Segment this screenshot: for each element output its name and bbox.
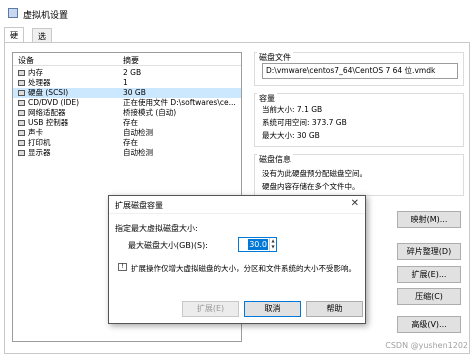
hard-disk-icon	[18, 90, 25, 96]
disk-info-line-2: 硬盘内容存储在多个文件中。	[262, 182, 360, 191]
device-name: 网络适配器	[28, 108, 66, 117]
device-row-sound-card[interactable]: 声卡 自动检测	[13, 128, 241, 138]
device-column-header[interactable]: 设备	[18, 55, 34, 66]
device-row-hard-disk[interactable]: 硬盘 (SCSI) 30 GB	[13, 88, 241, 98]
device-name: 处理器	[28, 78, 51, 87]
summary-column-header[interactable]: 摘要	[123, 55, 139, 66]
disk-info-label: 磁盘信息	[257, 154, 293, 165]
device-summary: 自动检测	[123, 148, 153, 157]
cpu-icon	[18, 80, 25, 86]
expand-disk-button[interactable]: 扩展(E)...	[397, 266, 461, 283]
disk-file-path-field[interactable]: D:\vmware\centos7_64\CentOS 7 64 位.vmdk	[262, 63, 458, 79]
disk-file-label: 磁盘文件	[257, 52, 293, 63]
disk-info-line-1: 没有为此硬盘预分配磁盘空间。	[262, 169, 367, 178]
map-button[interactable]: 映射(M)...	[397, 211, 461, 228]
device-name: 硬盘 (SCSI)	[28, 88, 69, 97]
max-size-prompt: 指定最大虚拟磁盘大小:	[115, 224, 198, 233]
device-row-cd-dvd[interactable]: CD/DVD (IDE) 正在使用文件 D:\softwares\ce...	[13, 98, 241, 108]
system-free-space-text: 系统可用空间: 373.7 GB	[262, 118, 347, 127]
device-row-processor[interactable]: 处理器 1	[13, 78, 241, 88]
device-name: USB 控制器	[28, 118, 69, 127]
usb-icon	[18, 120, 25, 126]
device-name: 打印机	[28, 138, 51, 147]
vm-settings-icon	[8, 8, 18, 18]
dialog-titlebar: 扩展磁盘容量 ✕	[109, 196, 365, 214]
tab-hardware[interactable]: 硬件	[4, 27, 24, 51]
device-name: 声卡	[28, 128, 43, 137]
dialog-help-button[interactable]: 帮助	[306, 301, 363, 317]
watermark: CSDN @yushen1202	[385, 341, 468, 350]
dialog-cancel-button[interactable]: 取消	[244, 301, 301, 317]
max-disk-size-stepper[interactable]: 30.0 ▲ ▼	[238, 237, 277, 252]
window-titlebar: 虚拟机设置	[0, 0, 474, 26]
info-icon: !	[118, 263, 127, 271]
sound-card-icon	[18, 130, 25, 136]
device-row-memory[interactable]: 内存 2 GB	[13, 68, 241, 78]
max-size-text: 最大大小: 30 GB	[262, 131, 320, 140]
device-summary: 30 GB	[123, 88, 146, 97]
device-row-network-adapter[interactable]: 网络适配器 桥接模式 (自动)	[13, 108, 241, 118]
advanced-button[interactable]: 高级(V)...	[397, 316, 461, 333]
close-icon[interactable]: ✕	[351, 198, 359, 209]
defragment-button[interactable]: 碎片整理(D)	[397, 243, 461, 260]
display-icon	[18, 150, 25, 156]
max-disk-size-label: 最大磁盘大小(GB)(S):	[128, 241, 208, 250]
compact-button[interactable]: 压缩(C)	[397, 288, 461, 305]
device-summary: 存在	[123, 118, 138, 127]
device-summary: 1	[123, 78, 128, 87]
dialog-title: 扩展磁盘容量	[115, 201, 163, 210]
device-name: CD/DVD (IDE)	[28, 98, 80, 107]
device-row-usb-controller[interactable]: USB 控制器 存在	[13, 118, 241, 128]
device-summary: 存在	[123, 138, 138, 147]
capacity-label: 容量	[257, 93, 277, 104]
window-title: 虚拟机设置	[23, 11, 69, 21]
device-row-printer[interactable]: 打印机 存在	[13, 138, 241, 148]
device-list-header: 设备 摘要	[13, 53, 241, 66]
device-summary: 正在使用文件 D:\softwares\ce...	[123, 98, 236, 107]
device-summary: 2 GB	[123, 68, 142, 77]
device-summary: 自动检测	[123, 128, 153, 137]
device-name: 内存	[28, 68, 43, 77]
printer-icon	[18, 140, 25, 146]
max-disk-size-input[interactable]: 30.0	[248, 239, 268, 250]
spinner-arrows-icon[interactable]: ▲ ▼	[269, 238, 276, 251]
dialog-expand-button[interactable]: 扩展(E)	[182, 301, 239, 317]
memory-icon	[18, 70, 25, 76]
device-name: 显示器	[28, 148, 51, 157]
expand-hint-text: 扩展操作仅增大虚拟磁盘的大小，分区和文件系统的大小不受影响。	[131, 264, 356, 273]
device-summary: 桥接模式 (自动)	[123, 108, 177, 117]
device-row-display[interactable]: 显示器 自动检测	[13, 148, 241, 158]
expand-disk-dialog: 扩展磁盘容量 ✕ 指定最大虚拟磁盘大小: 最大磁盘大小(GB)(S): 30.0…	[108, 195, 366, 324]
tab-options[interactable]: 选项	[32, 28, 52, 52]
network-adapter-icon	[18, 110, 25, 116]
cd-dvd-icon	[18, 100, 25, 106]
current-size-text: 当前大小: 7.1 GB	[262, 105, 323, 114]
